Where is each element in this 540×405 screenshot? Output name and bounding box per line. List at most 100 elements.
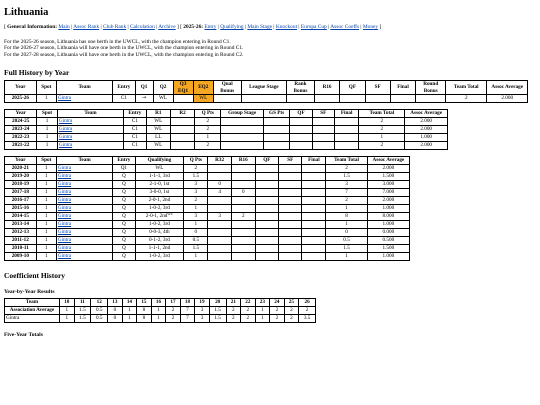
team-link[interactable]: Gintra (58, 197, 71, 203)
team-link[interactable]: Gintra (59, 142, 72, 148)
team-link[interactable]: Gintra (58, 245, 71, 251)
row-r2 (169, 125, 196, 135)
row-sf (311, 133, 335, 143)
nav-link-knockout[interactable]: Knockout (276, 24, 297, 30)
row-qpts: 3 (183, 212, 209, 222)
row-value: 1 (59, 314, 75, 324)
row-entry: Q (112, 212, 136, 222)
row-entry: Q (112, 244, 136, 254)
row-r1: WL (145, 117, 171, 127)
team-link[interactable]: Gintra (58, 165, 71, 171)
row-value: 8 (136, 314, 152, 324)
row-value: 2 (225, 306, 242, 316)
row-rank-bonus (286, 94, 315, 104)
row-qf (254, 220, 280, 230)
team-link[interactable]: Gintra (59, 118, 72, 124)
row-final (301, 228, 327, 238)
row-r16: 0 (230, 188, 256, 198)
row-value: 1.5 (73, 314, 92, 324)
nav-link-assoc-rank[interactable]: Assoc Rank (73, 24, 99, 30)
row-spot: 1 (36, 133, 58, 143)
row-r2 (169, 133, 196, 143)
row-qualifying: 3-0-0, 1st (134, 188, 185, 198)
col-year-13: 13 (107, 298, 123, 308)
team-link[interactable]: Gintra (58, 213, 71, 219)
row-value: 2 (240, 306, 256, 316)
row-qualifying: 0-1-2, 3rd (134, 236, 185, 246)
row-value: 1.5 (208, 306, 227, 316)
row-final (389, 94, 417, 104)
row-qf (254, 244, 280, 254)
row-avg: 1.500 (366, 172, 411, 182)
row-gs (220, 117, 264, 127)
nav-link-entry[interactable]: Entry (204, 24, 216, 30)
col-year-18: 18 (179, 298, 196, 308)
row-qf (254, 188, 280, 198)
col-qf: QF (289, 109, 313, 119)
row-value: 2 (165, 314, 181, 324)
team-link[interactable]: Gintra (58, 189, 71, 195)
qualifying-result: WL (155, 165, 164, 172)
team-link[interactable]: Gintra (58, 221, 71, 227)
row-final (301, 172, 327, 182)
team-link[interactable]: Gintra (58, 95, 71, 101)
team-link[interactable]: Gintra (58, 229, 71, 235)
row-spot: 1 (35, 220, 57, 230)
team-link[interactable]: Gintra (58, 173, 71, 179)
nav-link-calculation[interactable]: Calculation (130, 24, 155, 30)
row-entry: Q1 (112, 164, 136, 174)
row-avg: 2.000 (366, 196, 411, 206)
row-final (301, 180, 327, 190)
nav-link-europa-cup[interactable]: Europa Cup (301, 24, 327, 30)
col-r1: R1 (145, 109, 171, 119)
row-r32 (207, 220, 232, 230)
nav-link-qualifying[interactable]: Qualifying (220, 24, 243, 30)
team-link[interactable]: Gintra (58, 205, 71, 211)
col-year-10: 10 (59, 298, 75, 308)
row-avg: 2.000 (366, 164, 411, 174)
table-header-row: Year Spot Team Entry Qualifying Q Pts R3… (4, 156, 411, 166)
row-eq2: WL (192, 94, 214, 104)
col-r32: R32 (207, 156, 232, 166)
col-entry: Entry (112, 80, 136, 96)
row-team: Gintra (55, 94, 114, 104)
row-team: Gintra (56, 117, 125, 127)
row-final (301, 204, 327, 214)
qualifying-result: 1-1-1, 3rd (149, 173, 170, 180)
team-link[interactable]: Gintra (58, 253, 71, 259)
team-link[interactable]: Gintra (59, 134, 72, 140)
row-year: 2018-19 (4, 180, 37, 190)
table-row: 2010-11 1 Gintra Q 1-1-1, 2nd 1.5 1.5 1.500 (4, 244, 411, 254)
col-year-14: 14 (121, 298, 138, 308)
nav-link-main-stage[interactable]: Main Stage (247, 24, 272, 30)
row-r16 (230, 180, 256, 190)
row-qf (254, 164, 280, 174)
team-link[interactable]: Gintra (58, 237, 71, 243)
col-year: Year (4, 80, 37, 96)
nav-link-main[interactable]: Main (58, 24, 69, 30)
wildcard-marker: WC (167, 212, 174, 217)
nav-link-money[interactable]: Money (363, 24, 378, 30)
nav-link-assoc-coeffs[interactable]: Assoc Coeffs (330, 24, 359, 30)
team-link[interactable]: Gintra (58, 181, 71, 187)
col-spot: Spot (35, 156, 57, 166)
row-r1: WL (145, 141, 171, 151)
row-qualifying: 1-1-1, 2nd (134, 244, 185, 254)
col-year-19: 19 (194, 298, 210, 308)
row-final (301, 188, 327, 198)
row-tt: 1.5 (325, 244, 368, 254)
table-row: 2019-20 1 Gintra Q 1-1-1, 3rd 1.5 1.5 1.500 (4, 172, 411, 182)
row-value: 3 (194, 306, 210, 316)
row-gs (220, 125, 264, 135)
col-year: Year (3, 109, 38, 119)
row-r16 (230, 228, 256, 238)
nav-link-club-rank[interactable]: Club Rank (103, 24, 126, 30)
nav-link-archive[interactable]: Archive (158, 24, 175, 30)
row-spot: 1 (35, 180, 57, 190)
page: Lithuania [ General Information: Main | … (0, 0, 540, 338)
team-link[interactable]: Gintra (59, 126, 72, 132)
row-avg: 8.000 (366, 212, 411, 222)
table-row: Gintra 1 1.5 0.5 0 1 8 1 2 7 3 1.5 2 2 1 2 2 3.5 (4, 314, 316, 324)
row-avg: 1.500 (366, 244, 411, 254)
col-year-24: 24 (269, 298, 285, 308)
